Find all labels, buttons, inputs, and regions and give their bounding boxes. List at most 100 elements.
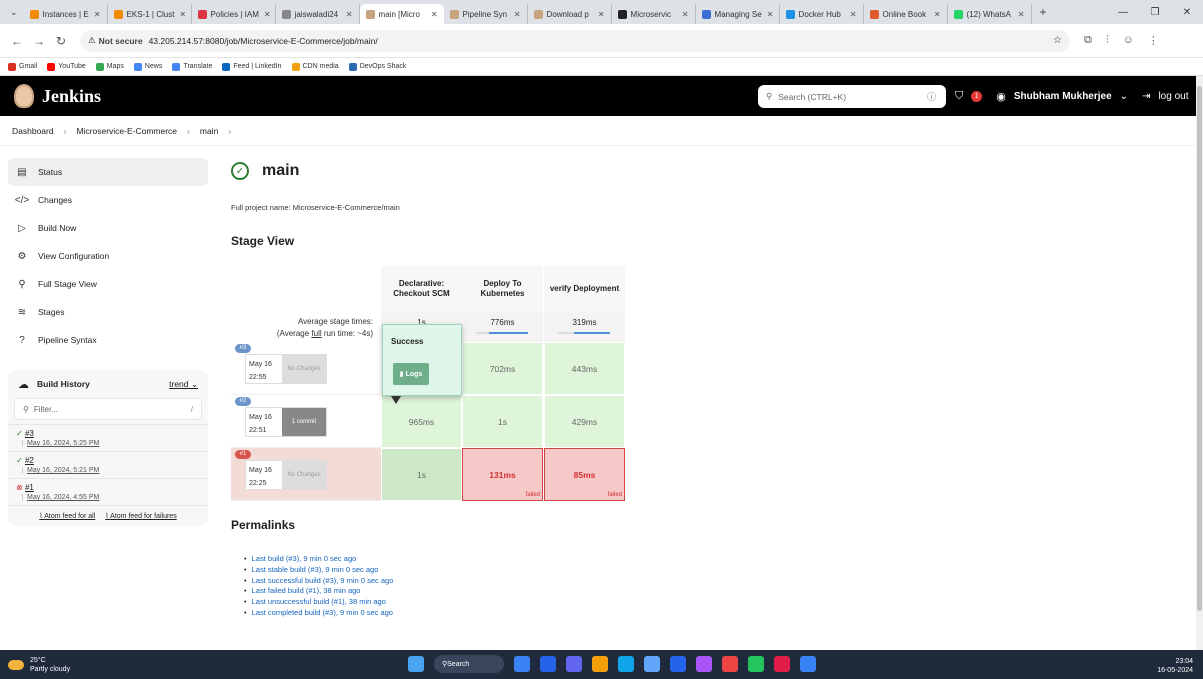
taskbar-app-icon[interactable] — [644, 656, 660, 672]
sidebar-item-stages[interactable]: ≋ Stages — [8, 298, 208, 326]
stage-cell[interactable]: 429ms — [544, 395, 625, 448]
browser-tab[interactable]: Docker Hub ✕ — [780, 4, 864, 24]
system-clock[interactable]: 23:04 16-05-2024 — [1157, 657, 1193, 675]
taskbar-app-icon[interactable] — [722, 656, 738, 672]
permalink-item[interactable]: Last successful build (#3), 9 min 0 sec … — [244, 576, 394, 587]
taskbar-app-icon[interactable] — [618, 656, 634, 672]
browser-tab[interactable]: Microservic ✕ — [612, 4, 696, 24]
sidebar-item-view-configuration[interactable]: ⚙ View Configuration — [8, 242, 208, 270]
minimize-icon[interactable]: — — [1107, 7, 1139, 18]
atom-feed-failures-link[interactable]: ⌇ Atom feed for failures — [105, 513, 177, 520]
stage-cell[interactable]: 131ms failed — [462, 448, 543, 501]
stage-cell[interactable]: 1s — [381, 448, 462, 501]
bookmark-item[interactable]: DevOps Shack — [348, 62, 406, 71]
browser-tab[interactable]: Download p ✕ — [528, 4, 612, 24]
stage-cell[interactable]: 702ms — [462, 342, 543, 395]
browser-tab[interactable]: main [Micro ✕ — [359, 4, 444, 24]
breadcrumb-dashboard[interactable]: Dashboard — [12, 126, 54, 136]
bookmark-item[interactable]: YouTube — [47, 62, 86, 71]
security-shield-icon[interactable]: ⛉ — [955, 90, 963, 103]
build-badge[interactable]: #1 — [235, 450, 251, 459]
build-history-item[interactable]: ⊗ #1 May 16, 2024, 4:55 PM — [8, 478, 208, 505]
search-input[interactable]: ⚲ Search (CTRL+K) ⓘ — [758, 85, 946, 108]
tab-close-icon[interactable]: ✕ — [259, 10, 271, 19]
browser-tab[interactable]: Online Book ✕ — [864, 4, 948, 24]
permalink-item[interactable]: Last stable build (#3), 9 min 0 sec ago — [244, 565, 393, 576]
taskbar-app-icon[interactable] — [774, 656, 790, 672]
bookmark-item[interactable]: Maps — [95, 62, 124, 71]
trend-link[interactable]: trend ⌄ — [169, 379, 198, 390]
taskbar-app-icon[interactable] — [696, 656, 712, 672]
build-run-row[interactable]: #2 May 16 22:51 1 commit — [231, 395, 381, 448]
tab-search-icon[interactable]: ⌄ — [10, 7, 18, 18]
tab-close-icon[interactable]: ✕ — [426, 10, 438, 19]
logout-icon[interactable]: ⇥ — [1142, 91, 1150, 102]
bookmark-item[interactable]: Gmail — [8, 62, 37, 71]
extensions-icon[interactable]: ⧉ — [1084, 34, 1092, 47]
bookmark-star-icon[interactable]: ☆ — [1053, 35, 1062, 46]
tab-close-icon[interactable]: ✕ — [174, 10, 186, 19]
build-date-link[interactable]: May 16, 2024, 5:25 PM — [22, 440, 200, 447]
browser-tab[interactable]: (12) WhatsA ✕ — [948, 4, 1032, 24]
changes-badge[interactable]: 1 commit — [282, 408, 326, 436]
sidebar-item-build-now[interactable]: ▷ Build Now — [8, 214, 208, 242]
sidebar-item-changes[interactable]: </> Changes — [8, 186, 208, 214]
taskbar-app-icon[interactable] — [670, 656, 686, 672]
permalink-item[interactable]: Last build (#3), 9 min 0 sec ago — [244, 554, 393, 565]
build-history-item[interactable]: ✓ #2 May 16, 2024, 5:21 PM — [8, 451, 208, 478]
jenkins-logo[interactable]: Jenkins — [14, 84, 101, 108]
help-icon[interactable]: ⓘ — [927, 90, 936, 103]
sidebar-item-status[interactable]: ▤ Status — [8, 158, 208, 186]
taskbar-app-icon[interactable] — [540, 656, 556, 672]
changes-badge[interactable]: No Changes — [282, 461, 326, 489]
permalink-item[interactable]: Last unsuccessful build (#1), 38 min ago — [244, 597, 393, 608]
notification-badge[interactable]: 1 — [971, 90, 983, 102]
sidebar-item-pipeline-syntax[interactable]: ? Pipeline Syntax — [8, 326, 208, 354]
restore-icon[interactable]: ❐ — [1139, 7, 1171, 18]
build-run-row[interactable]: #3 May 16 22:55 No Changes — [231, 342, 381, 395]
tab-close-icon[interactable]: ✕ — [845, 10, 857, 19]
browser-tab[interactable]: Pipeline Syn ✕ — [444, 4, 528, 24]
browser-tab[interactable]: Policies | IAM ✕ — [192, 4, 276, 24]
build-badge[interactable]: #2 — [235, 397, 251, 406]
new-tab-button[interactable]: + — [1032, 5, 1055, 19]
sidebar-item-full-stage-view[interactable]: ⚲ Full Stage View — [8, 270, 208, 298]
bookmark-item[interactable]: CDN media — [291, 62, 339, 71]
browser-tab[interactable]: Managing Se ✕ — [696, 4, 780, 24]
split-icon[interactable]: ⫶ — [1106, 34, 1109, 47]
tab-close-icon[interactable]: ✕ — [1013, 10, 1025, 19]
browser-tab[interactable]: Instances | E ✕ — [24, 4, 108, 24]
weather-widget[interactable]: 25°C Partly cloudy — [8, 656, 70, 674]
tab-close-icon[interactable]: ✕ — [509, 10, 521, 19]
breadcrumb-project[interactable]: Microservice-E-Commerce — [76, 126, 177, 136]
tab-close-icon[interactable]: ✕ — [593, 10, 605, 19]
user-name[interactable]: Shubham Mukherjee — [1014, 91, 1112, 102]
build-badge[interactable]: #3 — [235, 344, 251, 353]
changes-badge[interactable]: No Changes — [282, 355, 326, 383]
profile-icon[interactable]: ☺ — [1123, 34, 1134, 47]
windows-start-icon[interactable] — [408, 656, 424, 672]
build-number-link[interactable]: #2 — [25, 456, 34, 465]
taskbar-app-icon[interactable] — [800, 656, 816, 672]
build-date-link[interactable]: May 16, 2024, 4:55 PM — [22, 494, 200, 501]
taskbar-search[interactable]: ⚲ Search — [434, 655, 504, 673]
back-icon[interactable]: ← — [6, 34, 28, 48]
bookmark-item[interactable]: News — [133, 62, 162, 71]
stage-cell[interactable]: 1s — [462, 395, 543, 448]
taskbar-app-icon[interactable] — [514, 656, 530, 672]
menu-icon[interactable]: ⋮ — [1148, 34, 1159, 47]
stage-cell[interactable]: 85ms failed — [544, 448, 625, 501]
permalink-item[interactable]: Last failed build (#1), 38 min ago — [244, 586, 393, 597]
chevron-down-icon[interactable]: ⌄ — [1120, 91, 1128, 102]
logs-button[interactable]: ▮ Logs — [393, 363, 429, 385]
atom-feed-all-link[interactable]: ⌇ Atom feed for all — [39, 513, 95, 520]
breadcrumb-branch[interactable]: main — [200, 126, 218, 136]
tab-close-icon[interactable]: ✕ — [762, 10, 774, 19]
browser-tab[interactable]: EKS-1 | Clust ✕ — [108, 4, 192, 24]
not-secure-label[interactable]: Not secure — [99, 36, 143, 46]
forward-icon[interactable]: → — [28, 34, 50, 48]
warning-icon[interactable]: ⚠ — [88, 35, 96, 46]
browser-tab[interactable]: jaiswaladi24 ✕ — [276, 4, 360, 24]
build-run-row[interactable]: #1 May 16 22:25 No Changes — [231, 448, 381, 501]
build-date-link[interactable]: May 16, 2024, 5:21 PM — [22, 467, 200, 474]
